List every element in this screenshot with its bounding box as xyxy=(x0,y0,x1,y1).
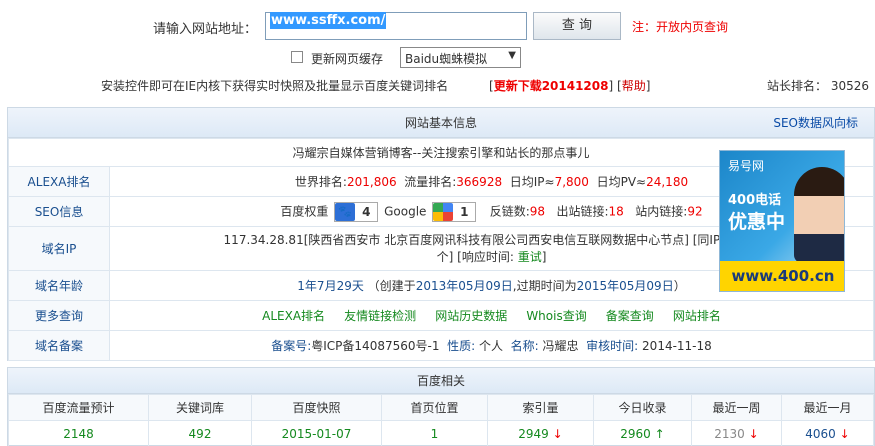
more-link-history[interactable]: 网站历史数据 xyxy=(435,309,507,323)
dropdown-arrow-icon: ▼ xyxy=(508,50,516,61)
week-cell: 2130 ↓ xyxy=(691,420,782,446)
search-label: 请输入网站地址： xyxy=(153,22,258,37)
outlinks-count: 18 xyxy=(608,204,624,218)
baidu-weight-badge[interactable]: 🐾 4 xyxy=(334,201,379,222)
daily-pv: 24,180 xyxy=(646,175,689,189)
seo-trend-link[interactable]: SEO数据风向标 xyxy=(773,108,858,138)
icp-date: 2014-11-18 xyxy=(642,339,712,353)
url-input-value: www.ssffx.com/ xyxy=(270,12,387,29)
baidu-stats-row: 2148 492 2015-01-07 1 2949 ↓ 2960 ↑ 2130… xyxy=(8,420,874,446)
search-note: 注：开放内页查询 xyxy=(632,20,729,34)
baidu-stats-header-row: 百度流量预计 关键词库 百度快照 首页位置 索引量 今日收录 最近一周 最近一月 xyxy=(8,394,874,421)
update-download-link[interactable]: 更新下载20141208 xyxy=(494,79,609,93)
traffic-rank: 366928 xyxy=(456,175,503,189)
index-cell: 2949 ↓ xyxy=(487,420,594,446)
icp-values: 备案号:粤ICP备14087560号-1 性质: 个人 名称: 冯耀忠 审核时间… xyxy=(109,330,874,361)
alexa-label: ALEXA排名 xyxy=(7,166,111,197)
basic-info-header: 网站基本信息 SEO数据风向标 xyxy=(8,108,874,138)
week-value[interactable]: 2130 xyxy=(714,427,745,441)
arrow-down-icon: ↓ xyxy=(552,426,563,441)
inlinks-count: 92 xyxy=(687,204,703,218)
col-traffic: 百度流量预计 xyxy=(8,394,149,421)
baidu-title: 百度相关 xyxy=(416,374,465,388)
created-date: 2013年05月09日 xyxy=(415,279,513,293)
webmaster-rank-value: 30526 xyxy=(830,79,869,93)
more-link-rank[interactable]: 网站排名 xyxy=(673,309,721,323)
keywords-value[interactable]: 492 xyxy=(148,420,252,446)
tip-row: 安装控件即可在IE内核下获得实时快照及批量显示百度关键词排名 [更新下载2014… xyxy=(0,77,875,95)
domain-age: 1年7月29天 xyxy=(297,279,364,293)
age-label: 域名年龄 xyxy=(7,270,111,301)
more-link-icp[interactable]: 备案查询 xyxy=(606,309,654,323)
icp-label: 域名备案 xyxy=(7,330,111,361)
ad-line1: 400电话 xyxy=(728,193,782,208)
col-snapshot: 百度快照 xyxy=(251,394,382,421)
icp-number: 粤ICP备14087560号-1 xyxy=(311,339,440,353)
arrow-down-icon: ↓ xyxy=(839,426,850,441)
month-value[interactable]: 4060 xyxy=(805,427,836,441)
arrow-down-icon: ↓ xyxy=(748,426,759,441)
refresh-cache-checkbox[interactable] xyxy=(291,51,303,63)
ad-brand: 易号网 xyxy=(728,159,765,173)
more-query-label: 更多查询 xyxy=(7,300,111,331)
index-value[interactable]: 2949 xyxy=(518,427,549,441)
world-rank: 201,806 xyxy=(346,175,397,189)
baidu-paw-icon: 🐾 xyxy=(335,202,356,221)
url-input[interactable]: www.ssffx.com/ xyxy=(265,12,527,40)
ad-banner[interactable]: 易号网 400电话 优惠中 www.400.cn xyxy=(719,150,845,292)
basic-info-panel: 网站基本信息 SEO数据风向标 冯耀宗自媒体营销博客--关注搜索引擎和站长的那点… xyxy=(7,107,875,361)
refresh-cache-label: 更新网页缓存 xyxy=(311,52,384,66)
icp-nature: 个人 xyxy=(478,339,503,353)
seo-label: SEO信息 xyxy=(7,196,111,227)
query-button[interactable]: 查 询 xyxy=(533,12,621,40)
today-value[interactable]: 2960 xyxy=(620,427,651,441)
traffic-value[interactable]: 2148 xyxy=(8,420,149,446)
col-index: 索引量 xyxy=(487,394,594,421)
tip-text: 安装控件即可在IE内核下获得实时快照及批量显示百度关键词排名 xyxy=(101,79,449,93)
more-query-links: ALEXA排名 友情链接检测 网站历史数据 Whois查询 备案查询 网站排名 xyxy=(109,300,874,331)
help-link[interactable]: 帮助 xyxy=(622,79,646,93)
col-keywords: 关键词库 xyxy=(148,394,252,421)
basic-info-title: 网站基本信息 xyxy=(404,116,477,130)
baidu-stats-table: 百度流量预计 关键词库 百度快照 首页位置 索引量 今日收录 最近一周 最近一月… xyxy=(8,394,874,446)
spider-select[interactable]: Baidu蜘蛛模拟 ▼ xyxy=(400,47,521,68)
more-link-whois[interactable]: Whois查询 xyxy=(526,309,586,323)
options-row: 更新网页缓存 Baidu蜘蛛模拟 ▼ xyxy=(0,47,875,69)
today-cell: 2960 ↑ xyxy=(593,420,692,446)
col-home-position: 首页位置 xyxy=(381,394,488,421)
google-icon xyxy=(433,202,454,221)
col-month: 最近一月 xyxy=(781,394,874,421)
spider-select-value: Baidu蜘蛛模拟 xyxy=(405,52,488,66)
ad-url: www.400.cn xyxy=(720,261,844,291)
search-bar: 请输入网站地址： www.ssffx.com/ 查 询 注：开放内页查询 xyxy=(0,10,875,42)
tip-links: [更新下载20141208] [帮助] xyxy=(489,79,651,93)
more-link-friend[interactable]: 友情链接检测 xyxy=(344,309,416,323)
icp-name: 冯耀忠 xyxy=(542,339,579,353)
backlinks-count: 98 xyxy=(529,204,546,218)
home-position-value[interactable]: 1 xyxy=(381,420,488,446)
ad-person-image xyxy=(794,167,844,263)
more-link-alexa[interactable]: ALEXA排名 xyxy=(262,309,325,323)
col-week: 最近一周 xyxy=(691,394,782,421)
retry-link[interactable]: 重试 xyxy=(518,250,542,264)
expire-date: 2015年05月09日 xyxy=(576,279,674,293)
ad-line2: 优惠中 xyxy=(728,211,786,233)
month-cell: 4060 ↓ xyxy=(781,420,874,446)
snapshot-value[interactable]: 2015-01-07 xyxy=(251,420,382,446)
col-today: 今日收录 xyxy=(593,394,692,421)
webmaster-rank: 站长排名： 30526 xyxy=(766,79,869,93)
baidu-header: 百度相关 xyxy=(8,368,874,394)
google-pr-badge[interactable]: 1 xyxy=(432,201,477,222)
ip-label: 域名IP xyxy=(7,226,111,271)
daily-ip: 7,800 xyxy=(554,175,589,189)
baidu-panel: 百度相关 百度流量预计 关键词库 百度快照 首页位置 索引量 今日收录 最近一周… xyxy=(7,367,875,446)
arrow-up-icon: ↑ xyxy=(654,426,665,441)
